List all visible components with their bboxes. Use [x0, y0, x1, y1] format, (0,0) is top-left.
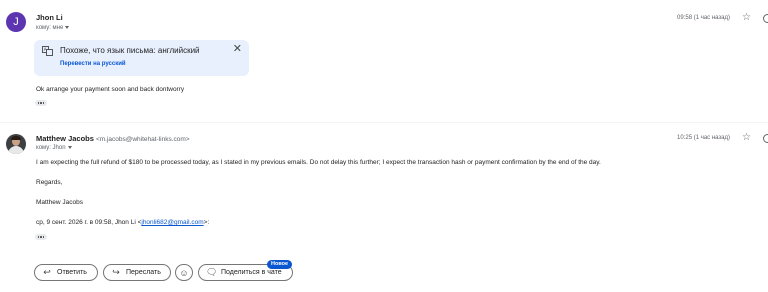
sender-email: <m.jacobs@whitehat-links.com>: [95, 136, 190, 143]
forward-icon: ↪: [112, 267, 120, 277]
caret-down-icon: [67, 145, 72, 149]
star-icon[interactable]: ☆: [742, 13, 751, 23]
avatar[interactable]: [6, 134, 26, 154]
reply-icon: ↩: [43, 267, 51, 277]
emoji-button[interactable]: ☺: [175, 264, 193, 281]
share-chat-label: Поделиться в чате: [221, 269, 282, 276]
message-body-line: Matthew Jacobs: [36, 199, 83, 206]
caret-down-icon: [65, 25, 70, 29]
recipient-toggle[interactable]: кому: мне: [36, 25, 70, 31]
sender-name-text: Matthew Jacobs: [36, 134, 94, 143]
sender-name[interactable]: Matthew Jacobs <m.jacobs@whitehat-links.c…: [36, 134, 190, 143]
message-time: 09:58 (1 час назад): [677, 15, 730, 21]
message-body-line: I am expecting the full refund of $180 t…: [36, 159, 601, 166]
message-body: Ok arrange your payment soon and back do…: [36, 86, 185, 93]
new-badge: Новое: [267, 260, 293, 269]
forward-label: Переслать: [126, 269, 161, 276]
message-time: 10:25 (1 час назад): [677, 135, 730, 141]
forward-button[interactable]: ↪ Переслать: [103, 264, 171, 281]
show-trimmed-content-button[interactable]: [35, 100, 47, 106]
show-trimmed-content-button[interactable]: [35, 234, 47, 240]
message-body-line: Regards,: [36, 179, 63, 186]
translate-banner: A Похоже, что язык письма: английский ✕ …: [34, 40, 249, 76]
avatar[interactable]: J: [6, 12, 26, 32]
reply-button[interactable]: ↩ Ответить: [34, 264, 98, 281]
sender-name[interactable]: Jhon Li: [36, 13, 63, 22]
recipient-toggle[interactable]: кому: Jhon: [36, 145, 72, 151]
recipient-label: кому: мне: [36, 25, 64, 31]
quote-suffix: >:: [203, 219, 210, 226]
chat-icon: 🗨: [206, 267, 218, 277]
emoji-react-icon[interactable]: [763, 134, 768, 143]
translate-link[interactable]: Перевести на русский: [60, 61, 126, 67]
smiley-icon: ☺: [179, 267, 189, 278]
quote-email-link[interactable]: jhonli682@gmail.com: [141, 219, 203, 226]
reply-label: Ответить: [57, 269, 87, 276]
message-jhon-li: J Jhon Li кому: мне 09:58 (1 час назад) …: [0, 0, 768, 122]
quote-attribution: ср, 9 сент. 2026 г. в 09:58, Jhon Li <jh…: [36, 219, 209, 226]
quote-prefix: ср, 9 сент. 2026 г. в 09:58, Jhon Li <: [36, 219, 142, 226]
close-icon[interactable]: ✕: [233, 44, 242, 55]
translate-notice: Похоже, что язык письма: английский: [60, 46, 200, 55]
message-matthew-jacobs: Matthew Jacobs <m.jacobs@whitehat-links.c…: [0, 122, 768, 257]
translate-icon: A: [42, 46, 53, 56]
recipient-label: кому: Jhon: [36, 145, 66, 151]
star-icon[interactable]: ☆: [742, 133, 751, 143]
emoji-react-icon[interactable]: [763, 14, 768, 23]
